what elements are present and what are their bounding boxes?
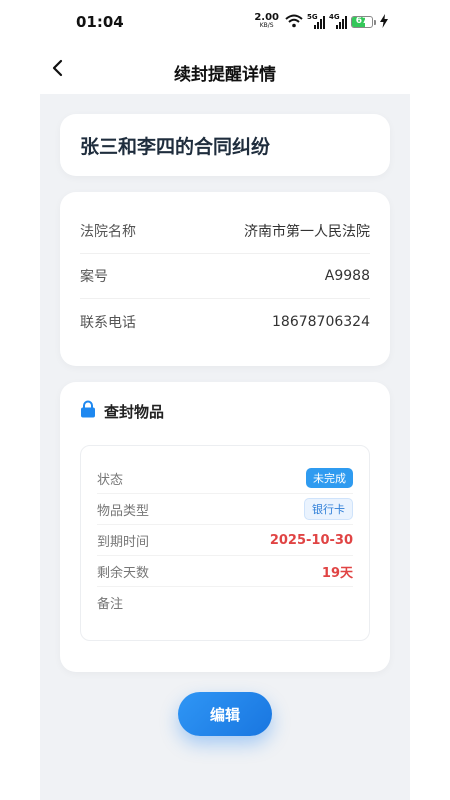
phone-label: 联系电话	[80, 314, 136, 331]
case-title-card: 张三和李四的合同纠纷	[60, 114, 390, 176]
item-row-remaining-days: 剩余天数 19天	[97, 556, 353, 587]
signal-5g-icon: 5G	[307, 13, 325, 29]
item-type-badge: 银行卡	[304, 498, 353, 520]
wifi-icon	[285, 13, 303, 32]
info-row-case-number: 案号 A9988	[80, 254, 370, 299]
case-number-label: 案号	[80, 269, 108, 285]
page-title: 续封提醒详情	[174, 65, 276, 85]
charging-icon	[380, 13, 388, 32]
sealed-item-title: 查封物品	[104, 402, 165, 421]
network-speed: 2.00 KB/S	[254, 12, 279, 30]
case-title: 张三和李四的合同纠纷	[80, 136, 271, 158]
status-badge: 未完成	[306, 468, 353, 488]
content-area: 张三和李四的合同纠纷 法院名称 济南市第一人民法院 案号 A9988 联系电话 …	[40, 94, 410, 800]
sealed-item-header: 查封物品	[80, 400, 164, 422]
sealed-item-card: 查封物品 状态 未完成 物品类型 银行卡 到期时间 2025-10-30 剩余天…	[60, 382, 390, 672]
item-type-label: 物品类型	[97, 503, 150, 519]
battery-icon: 67	[351, 16, 376, 28]
court-value: 济南市第一人民法院	[244, 224, 370, 240]
info-row-court: 法院名称 济南市第一人民法院	[80, 209, 370, 254]
battery-percent: 67	[355, 16, 369, 26]
item-row-type: 物品类型 银行卡	[97, 494, 353, 525]
sealed-item-details: 状态 未完成 物品类型 银行卡 到期时间 2025-10-30 剩余天数 19天…	[80, 445, 370, 641]
network-speed-unit: KB/S	[259, 22, 274, 29]
network-speed-value: 2.00	[254, 12, 279, 23]
case-info-card: 法院名称 济南市第一人民法院 案号 A9988 联系电话 18678706324	[60, 192, 390, 366]
signal-4g-label: 4G	[329, 13, 340, 21]
info-row-phone: 联系电话 18678706324	[80, 299, 370, 344]
lock-icon	[80, 400, 96, 422]
nav-bar: 续封提醒详情	[0, 44, 450, 94]
note-label: 备注	[97, 597, 124, 612]
status-icons: 2.00 KB/S 5G 4G 67	[254, 13, 388, 31]
case-number-value: A9988	[324, 268, 370, 284]
item-row-note: 备注	[97, 587, 353, 618]
signal-4g-icon: 4G	[329, 13, 347, 29]
due-date-label: 到期时间	[97, 534, 150, 550]
item-row-due-date: 到期时间 2025-10-30	[97, 525, 353, 556]
status-time: 01:04	[76, 13, 124, 31]
signal-5g-label: 5G	[307, 13, 318, 21]
remaining-days-value: 19天	[321, 565, 353, 581]
remaining-days-label: 剩余天数	[97, 565, 150, 581]
phone-value[interactable]: 18678706324	[272, 314, 370, 330]
due-date-value: 2025-10-30	[269, 532, 353, 548]
status-label: 状态	[97, 472, 124, 488]
edit-button[interactable]: 编辑	[178, 692, 272, 736]
item-row-status: 状态 未完成	[97, 463, 353, 494]
status-bar: 01:04 2.00 KB/S 5G 4G 67	[0, 0, 450, 44]
court-label: 法院名称	[80, 224, 136, 240]
